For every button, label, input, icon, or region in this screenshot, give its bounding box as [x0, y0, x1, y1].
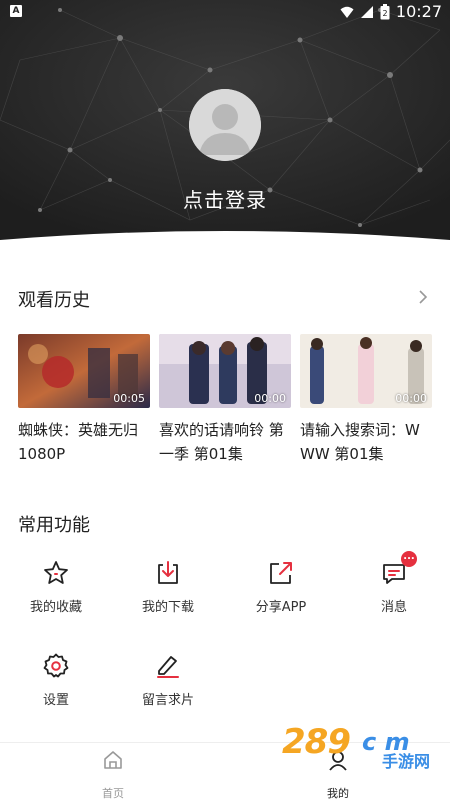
avatar[interactable] [189, 89, 261, 161]
common-functions-title: 常用功能 [18, 515, 90, 536]
share-icon [270, 562, 292, 584]
request-movie-label: 留言求片 [141, 693, 194, 708]
cellular-signal-icon [360, 5, 373, 18]
nav-item-home[interactable]: 首页 [68, 749, 158, 800]
downloads-button[interactable]: 我的下载 [113, 559, 223, 615]
messages-button[interactable]: ... 消息 [339, 551, 449, 615]
favorites-label: 我的收藏 [29, 600, 82, 615]
history-item[interactable]: 00:00 喜欢的话请响铃 第一季 第01集 [159, 334, 291, 466]
login-button[interactable]: 点击登录 [0, 184, 450, 213]
profile-header: A 2 10:27 点击登录 [0, 0, 450, 262]
battery-icon: 2 [380, 3, 390, 19]
video-title: 蜘蛛侠：英雄无归 1080P [18, 421, 139, 463]
clock: 10:27 [395, 2, 442, 21]
settings-button[interactable]: 设置 [1, 652, 111, 708]
download-icon [158, 561, 178, 584]
notification-indicator: A [10, 5, 22, 17]
video-thumbnail: 00:05 [18, 334, 150, 408]
edit-icon [157, 656, 179, 678]
downloads-label: 我的下载 [141, 600, 194, 615]
settings-label: 设置 [42, 693, 69, 708]
favorites-button[interactable]: 我的收藏 [1, 559, 111, 615]
request-movie-button[interactable]: 留言求片 [113, 652, 223, 708]
history-item[interactable]: 00:05 蜘蛛侠：英雄无归 1080P [18, 334, 150, 466]
history-item[interactable]: 00:00 请输入搜索词：WWW 第01集 [300, 334, 432, 466]
chevron-right-icon[interactable] [416, 289, 430, 305]
video-duration: 00:00 [254, 392, 286, 405]
watch-history-title: 观看历史 [18, 290, 90, 311]
watch-history-list: 00:05 蜘蛛侠：英雄无归 1080P 00:00 喜欢的话请响铃 第一季 第… [18, 334, 432, 474]
video-duration: 00:00 [395, 392, 427, 405]
message-badge: ... [401, 551, 417, 567]
watermark-subtitle: 手游网 [382, 752, 431, 771]
video-title: 请输入搜索词：WWW 第01集 [300, 421, 420, 463]
video-thumbnail: 00:00 [159, 334, 291, 408]
nav-label-profile: 我的 [327, 787, 349, 800]
share-app-button[interactable]: 分享APP [226, 559, 336, 615]
video-thumbnail: 00:00 [300, 334, 432, 408]
video-duration: 00:05 [113, 392, 145, 405]
watermark-number: 289 [282, 722, 351, 762]
site-watermark: 289 c m 手游网 [282, 722, 432, 771]
gear-icon [43, 653, 69, 678]
battery-level-text: 2 [382, 9, 387, 18]
messages-label: 消息 [380, 600, 407, 615]
wifi-icon [340, 6, 354, 18]
star-icon [44, 561, 68, 584]
home-icon [104, 751, 122, 769]
share-app-label: 分享APP [255, 600, 307, 615]
video-title: 喜欢的话请响铃 第一季 第01集 [159, 421, 284, 463]
status-bar: A 2 10:27 [0, 0, 450, 24]
nav-label-home: 首页 [102, 787, 124, 800]
avatar-placeholder-icon [189, 89, 261, 161]
